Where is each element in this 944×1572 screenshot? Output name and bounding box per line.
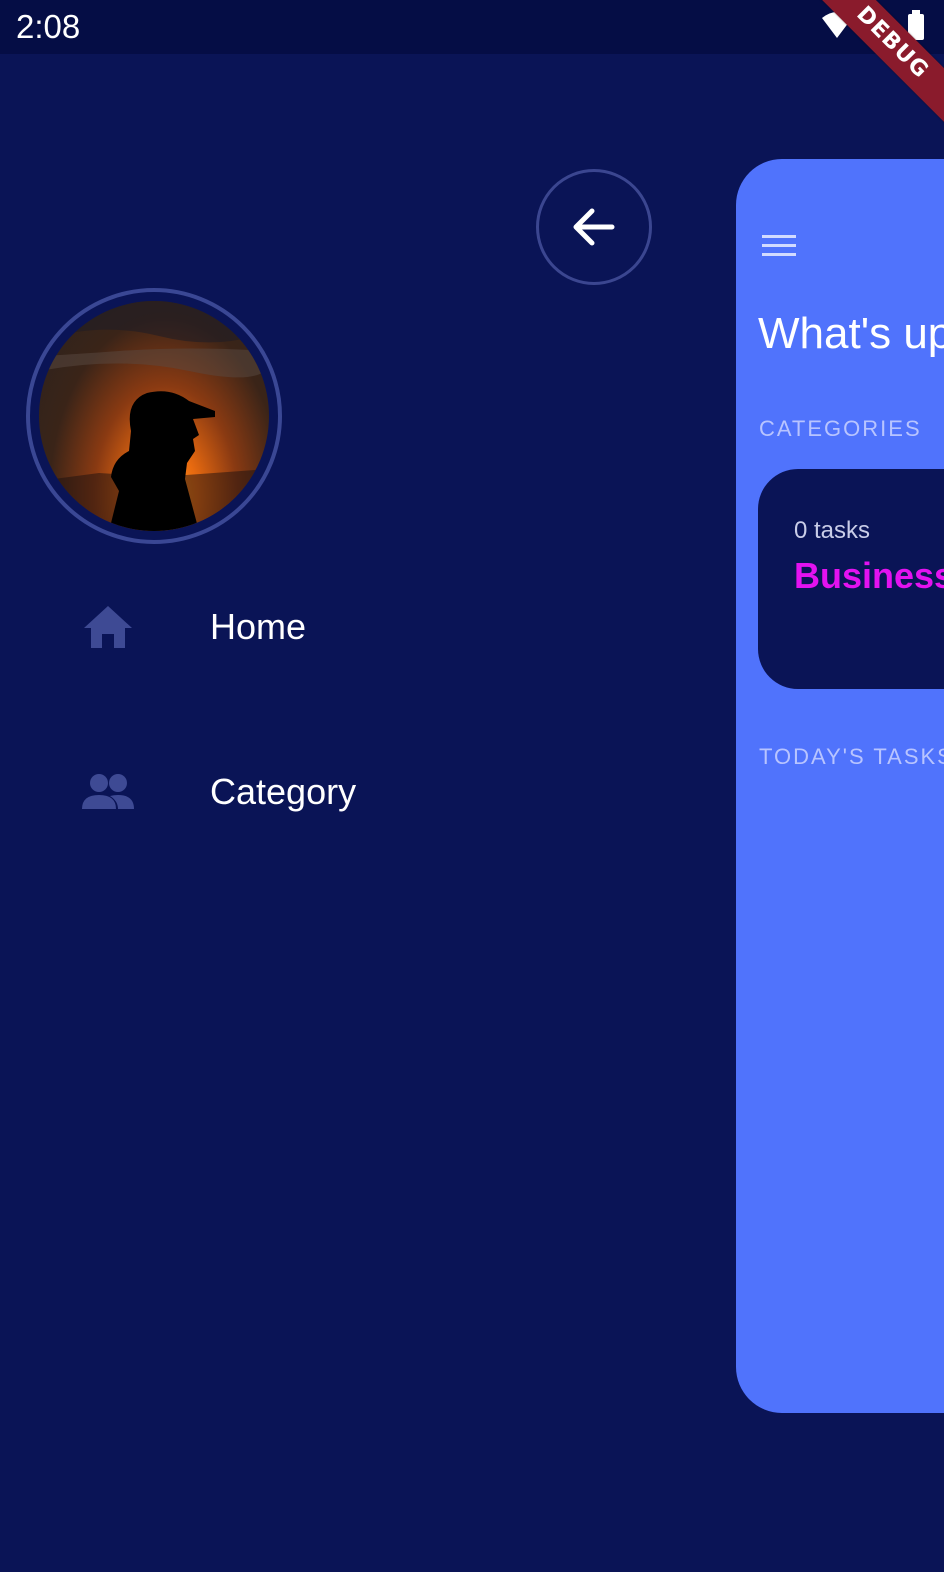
main-panel[interactable]: What's up CATEGORIES 0 tasks Business TO… xyxy=(736,159,944,1413)
category-card[interactable]: 0 tasks Business xyxy=(758,469,944,689)
menu-item-category[interactable]: Category xyxy=(0,747,500,837)
app-screen: 2:08 DEBUG Home Category What's up CATEG… xyxy=(0,0,944,1572)
category-name: Business xyxy=(794,555,944,596)
close-drawer-button[interactable] xyxy=(536,169,652,285)
home-icon xyxy=(84,606,132,648)
status-bar: 2:08 DEBUG xyxy=(0,0,944,128)
avatar-silhouette xyxy=(39,301,269,531)
menu-item-label: Category xyxy=(210,771,357,812)
todays-tasks-heading: TODAY'S TASKS xyxy=(759,744,944,769)
people-icon xyxy=(82,774,134,809)
hamburger-icon[interactable] xyxy=(762,233,796,259)
arrow-left-icon xyxy=(573,208,615,246)
menu-item-home[interactable]: Home xyxy=(0,582,500,672)
status-time: 2:08 xyxy=(16,8,81,45)
categories-heading: CATEGORIES xyxy=(759,416,922,441)
menu-item-label: Home xyxy=(210,606,307,647)
greeting-title: What's up xyxy=(758,309,944,358)
avatar[interactable] xyxy=(39,301,269,531)
category-task-count: 0 tasks xyxy=(794,517,871,544)
